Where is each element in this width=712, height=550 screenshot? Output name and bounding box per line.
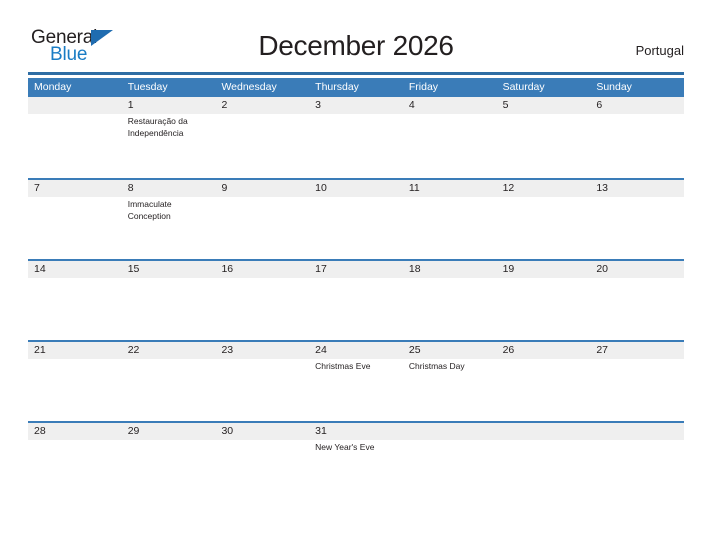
- day-event: [215, 440, 309, 502]
- day-number[interactable]: 29: [122, 423, 216, 440]
- calendar-page: General Blue December 2026 Portugal Mond…: [0, 0, 712, 550]
- weekday-header-sunday: Sunday: [596, 81, 632, 93]
- weekday-header-monday: Monday: [34, 81, 72, 93]
- day-number[interactable]: 30: [215, 423, 309, 440]
- day-event: [497, 359, 591, 421]
- week-row: 21 22 23 24 25 26 27 Christmas Eve Chris…: [28, 340, 684, 421]
- day-event: [215, 114, 309, 176]
- day-number[interactable]: 19: [497, 261, 591, 278]
- region-label: Portugal: [635, 43, 684, 58]
- day-number[interactable]: 5: [497, 97, 591, 114]
- day-event: [497, 278, 591, 340]
- day-event: [497, 114, 591, 176]
- week-date-band: 21 22 23 24 25 26 27: [28, 342, 684, 359]
- day-number[interactable]: 26: [497, 342, 591, 359]
- day-event: [403, 278, 497, 340]
- day-number[interactable]: 14: [28, 261, 122, 278]
- day-event: New Year's Eve: [315, 442, 375, 452]
- day-event: [28, 440, 122, 502]
- day-number[interactable]: 22: [122, 342, 216, 359]
- week-event-band: New Year's Eve: [28, 440, 684, 502]
- week-row: 7 8 9 10 11 12 13 Immaculate Conception: [28, 178, 684, 259]
- week-date-band: 1 2 3 4 5 6: [28, 97, 684, 114]
- week-row: 14 15 16 17 18 19 20: [28, 259, 684, 340]
- day-event: [309, 197, 403, 259]
- week-event-band: [28, 278, 684, 340]
- week-date-band: 14 15 16 17 18 19 20: [28, 261, 684, 278]
- page-title: December 2026: [258, 30, 454, 61]
- day-event: [590, 359, 684, 421]
- day-event: [497, 197, 591, 259]
- day-event: Immaculate Conception: [127, 199, 172, 221]
- page-header: General Blue December 2026 Portugal: [28, 24, 684, 70]
- day-event: [590, 197, 684, 259]
- day-number[interactable]: 21: [28, 342, 122, 359]
- day-event: [122, 359, 216, 421]
- day-event: [497, 440, 591, 502]
- day-number[interactable]: 6: [590, 97, 684, 114]
- day-number[interactable]: 17: [309, 261, 403, 278]
- day-number[interactable]: [403, 423, 497, 440]
- week-row: 1 2 3 4 5 6 Restauração da Independência: [28, 97, 684, 178]
- day-number[interactable]: 28: [28, 423, 122, 440]
- day-number[interactable]: 27: [590, 342, 684, 359]
- week-event-band: Christmas Eve Christmas Day: [28, 359, 684, 421]
- day-event: Christmas Eve: [315, 361, 371, 371]
- day-number[interactable]: 12: [497, 180, 591, 197]
- day-number[interactable]: 1: [122, 97, 216, 114]
- week-date-band: 28 29 30 31: [28, 423, 684, 440]
- day-number[interactable]: 9: [215, 180, 309, 197]
- day-number[interactable]: 31: [309, 423, 403, 440]
- day-number[interactable]: 16: [215, 261, 309, 278]
- day-event: [28, 114, 122, 176]
- day-number[interactable]: 23: [215, 342, 309, 359]
- calendar-grid: Monday Tuesday Wednesday Thursday Friday…: [28, 78, 684, 502]
- day-event: [28, 278, 122, 340]
- day-event: [215, 197, 309, 259]
- week-event-band: Immaculate Conception: [28, 197, 684, 259]
- weekday-header-saturday: Saturday: [502, 81, 545, 93]
- day-event: Christmas Day: [408, 361, 465, 371]
- day-event: [122, 440, 216, 502]
- day-event: [309, 278, 403, 340]
- week-row: 28 29 30 31 New Year's Eve: [28, 421, 684, 502]
- day-event: [28, 197, 122, 259]
- day-number[interactable]: 3: [309, 97, 403, 114]
- day-event: [122, 278, 216, 340]
- day-event: [215, 359, 309, 421]
- day-number[interactable]: [590, 423, 684, 440]
- day-number[interactable]: 20: [590, 261, 684, 278]
- day-event: [403, 197, 497, 259]
- weekday-header-friday: Friday: [408, 81, 439, 93]
- day-number[interactable]: 11: [403, 180, 497, 197]
- day-number[interactable]: 4: [403, 97, 497, 114]
- day-number[interactable]: [28, 97, 122, 114]
- weekday-header-row: Monday Tuesday Wednesday Thursday Friday…: [28, 78, 684, 97]
- day-event: [215, 278, 309, 340]
- day-number[interactable]: 7: [28, 180, 122, 197]
- day-event: [403, 114, 497, 176]
- day-number[interactable]: [497, 423, 591, 440]
- day-event: [590, 440, 684, 502]
- day-number[interactable]: 25: [403, 342, 497, 359]
- day-event: [403, 440, 497, 502]
- header-divider: [28, 72, 684, 75]
- weekday-header-thursday: Thursday: [315, 81, 359, 93]
- day-number[interactable]: 24: [309, 342, 403, 359]
- day-event: [590, 278, 684, 340]
- weekday-header-wednesday: Wednesday: [221, 81, 277, 93]
- day-number[interactable]: 8: [122, 180, 216, 197]
- day-number[interactable]: 15: [122, 261, 216, 278]
- weekday-header-tuesday: Tuesday: [127, 81, 168, 93]
- week-event-band: Restauração da Independência: [28, 114, 684, 176]
- day-event: [590, 114, 684, 176]
- day-event: Restauração da Independência: [127, 116, 188, 138]
- day-number[interactable]: 2: [215, 97, 309, 114]
- day-number[interactable]: 18: [403, 261, 497, 278]
- day-number[interactable]: 13: [590, 180, 684, 197]
- day-event: [28, 359, 122, 421]
- day-number[interactable]: 10: [309, 180, 403, 197]
- day-event: [309, 114, 403, 176]
- week-date-band: 7 8 9 10 11 12 13: [28, 180, 684, 197]
